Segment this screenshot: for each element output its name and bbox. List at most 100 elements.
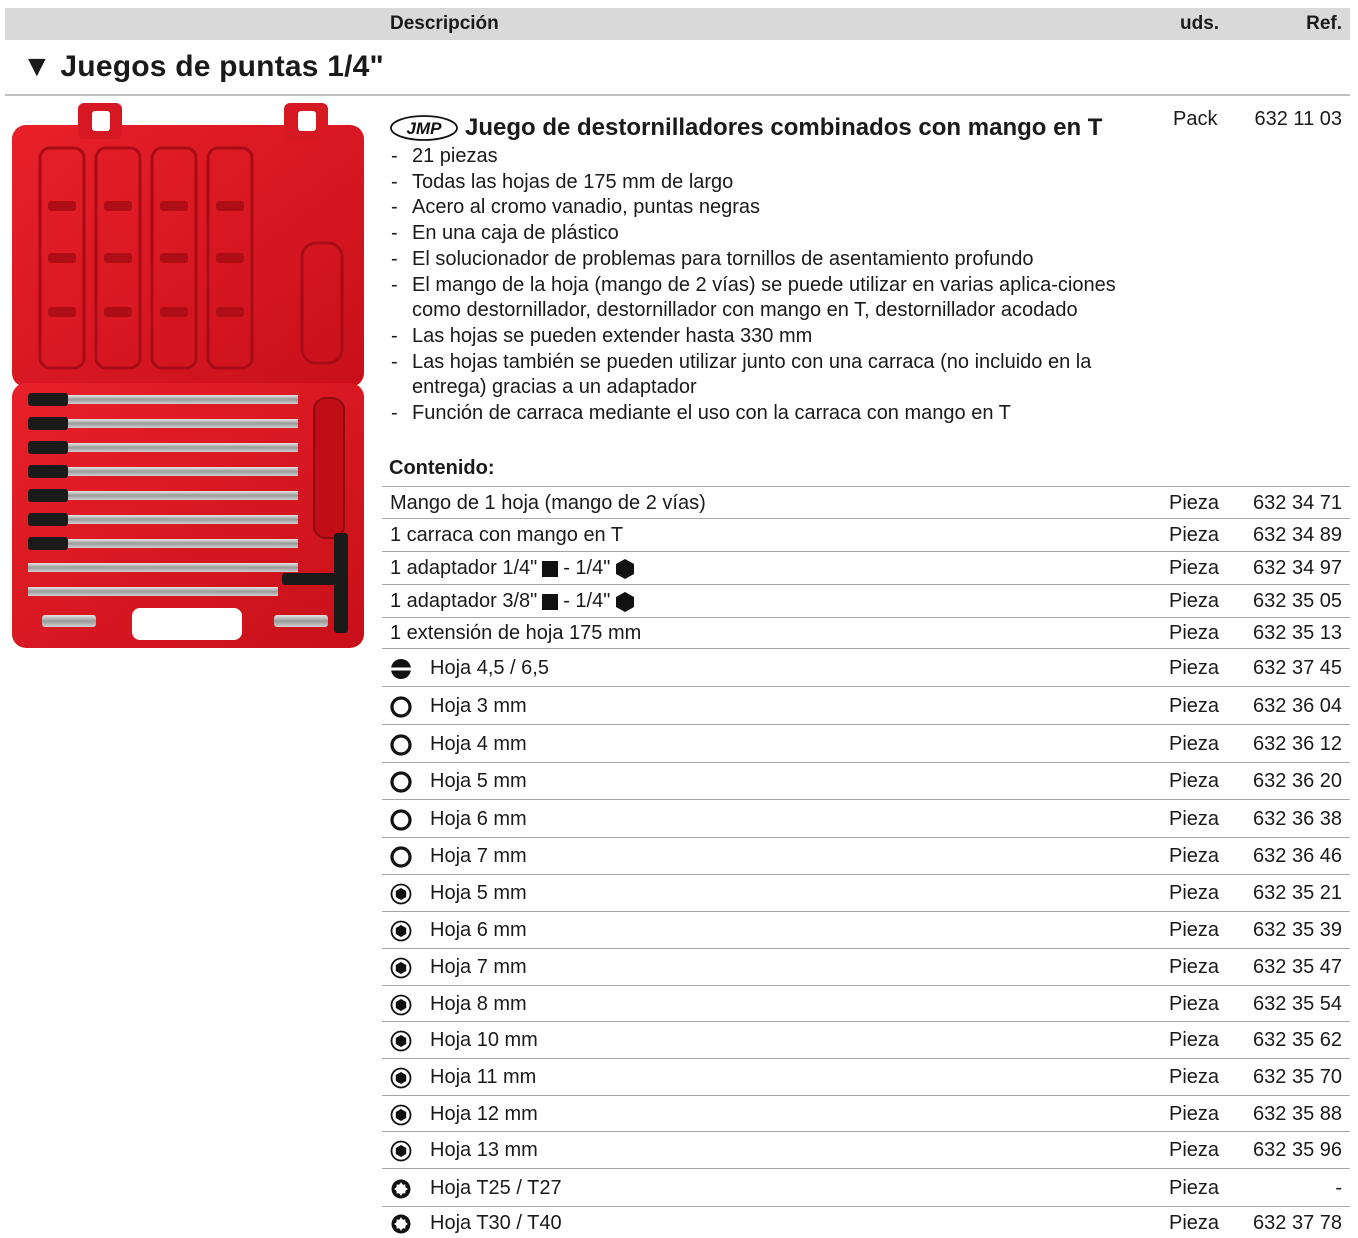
table-row: Hoja 12 mm Pieza 632 35 88: [382, 1095, 1350, 1131]
row-units: Pieza: [1169, 657, 1220, 679]
socket-icon: [390, 994, 412, 1016]
feature-item: Acero al cromo vanadio, puntas negras: [389, 195, 1134, 221]
row-units: Pieza: [1169, 956, 1220, 978]
hex-socket-icon: [390, 695, 412, 718]
row-reference: 632 36 04: [1253, 695, 1342, 717]
row-units: Pieza: [1169, 524, 1220, 546]
table-row: Hoja 11 mm Pieza 632 35 70: [382, 1058, 1350, 1095]
row-text: Hoja T25 / T27: [430, 1177, 562, 1199]
row-description: Hoja 5 mm: [390, 770, 527, 793]
row-description: 1 adaptador 3/8" - 1/4": [390, 590, 635, 613]
row-reference: 632 36 12: [1253, 733, 1342, 755]
table-row: Hoja 10 mm Pieza 632 35 62: [382, 1021, 1350, 1058]
product-units: Pack: [1173, 108, 1218, 130]
row-reference: 632 35 62: [1253, 1029, 1342, 1051]
table-row: Hoja 5 mm Pieza 632 36 20: [382, 762, 1350, 799]
row-reference: 632 35 13: [1253, 622, 1342, 644]
table-row: Hoja 7 mm Pieza 632 36 46: [382, 837, 1350, 874]
jmp-logo-text: JMP: [407, 119, 443, 138]
header-reference: Ref.: [1306, 13, 1342, 34]
row-units: Pieza: [1169, 590, 1220, 612]
feature-item: Las hojas se pueden extender hasta 330 m…: [389, 324, 1134, 350]
row-reference: 632 35 47: [1253, 956, 1342, 978]
slotted-icon: [390, 658, 412, 680]
row-text: Hoja 7 mm: [430, 956, 527, 978]
socket-icon: [390, 957, 412, 979]
row-reference: 632 37 78: [1253, 1212, 1342, 1234]
row-units: Pieza: [1169, 557, 1220, 579]
row-text: Hoja 6 mm: [430, 919, 527, 941]
table-row: Hoja 6 mm Pieza 632 35 39: [382, 911, 1350, 948]
row-text: Hoja 6 mm: [430, 808, 527, 830]
row-units: Pieza: [1169, 808, 1220, 830]
jmp-logo: JMP: [390, 115, 458, 141]
row-description: Hoja 7 mm: [390, 845, 527, 868]
row-reference: 632 35 54: [1253, 993, 1342, 1015]
row-text: Hoja T30 / T40: [430, 1212, 562, 1234]
hex-socket-icon: [390, 808, 412, 831]
row-units: Pieza: [1169, 1103, 1220, 1125]
table-row: Hoja 7 mm Pieza 632 35 47: [382, 948, 1350, 985]
row-description: Hoja 6 mm: [390, 808, 527, 831]
table-row: 1 extensión de hoja 175 mm Pieza 632 35 13: [382, 617, 1350, 648]
feature-list: 21 piezas Todas las hojas de 175 mm de l…: [389, 144, 1134, 427]
socket-icon: [390, 1140, 412, 1162]
row-text: 1 extensión de hoja 175 mm: [390, 622, 642, 644]
row-units: Pieza: [1169, 1066, 1220, 1088]
row-description: 1 adaptador 1/4" - 1/4": [390, 557, 635, 580]
socket-icon: [390, 920, 412, 942]
row-description: Hoja 8 mm: [390, 993, 527, 1016]
row-units: Pieza: [1169, 733, 1220, 755]
row-text: Hoja 13 mm: [430, 1139, 538, 1161]
row-description: 1 carraca con mango en T: [390, 524, 623, 547]
hex-socket-icon: [390, 770, 412, 793]
square-drive-icon: [542, 593, 559, 610]
socket-icon: [390, 883, 412, 905]
row-units: Pieza: [1169, 1139, 1220, 1161]
row-reference: 632 35 39: [1253, 919, 1342, 941]
product-title: JMP Juego de destornilladores combinados…: [389, 114, 1102, 142]
row-reference: -: [1335, 1177, 1342, 1199]
header-units: uds.: [1180, 13, 1220, 34]
row-description: Hoja T25 / T27: [390, 1177, 562, 1200]
row-description: Hoja 10 mm: [390, 1029, 538, 1052]
row-description: Hoja 12 mm: [390, 1103, 538, 1126]
row-text: Hoja 5 mm: [430, 770, 527, 792]
row-text: 1 adaptador 3/8": [390, 590, 538, 612]
hex-socket-icon: [390, 845, 412, 868]
row-description: Hoja 13 mm: [390, 1139, 538, 1162]
torx-icon: [390, 1213, 412, 1235]
row-units: Pieza: [1169, 1177, 1220, 1199]
section-title: ▼ Juegos de puntas 1/4": [22, 50, 384, 83]
row-text: Hoja 8 mm: [430, 993, 527, 1015]
socket-icon: [390, 1067, 412, 1089]
row-reference: 632 37 45: [1253, 657, 1342, 679]
table-row: 1 carraca con mango en T Pieza 632 34 89: [382, 518, 1350, 551]
table-row: Hoja 13 mm Pieza 632 35 96: [382, 1131, 1350, 1168]
feature-item: 21 piezas: [389, 144, 1134, 170]
row-text: Hoja 5 mm: [430, 882, 527, 904]
row-text: Hoja 7 mm: [430, 845, 527, 867]
feature-item: Las hojas también se pueden utilizar jun…: [389, 350, 1134, 401]
row-text: Hoja 10 mm: [430, 1029, 538, 1051]
row-text: Hoja 3 mm: [430, 695, 527, 717]
row-text: - 1/4": [563, 557, 611, 579]
row-text: - 1/4": [563, 590, 611, 612]
table-row: Hoja 6 mm Pieza 632 36 38: [382, 799, 1350, 837]
row-units: Pieza: [1169, 1029, 1220, 1051]
row-description: Hoja T30 / T40: [390, 1212, 562, 1235]
square-drive-icon: [542, 560, 559, 577]
hexagon-icon: [616, 591, 635, 612]
row-reference: 632 34 89: [1253, 524, 1342, 546]
row-text: Hoja 11 mm: [430, 1066, 537, 1088]
table-row: 1 adaptador 3/8" - 1/4" Pieza 632 35 05: [382, 584, 1350, 617]
table-row: Hoja 4 mm Pieza 632 36 12: [382, 724, 1350, 762]
table-row: Hoja 5 mm Pieza 632 35 21: [382, 874, 1350, 911]
table-row: Hoja T25 / T27 Pieza -: [382, 1168, 1350, 1206]
torx-icon: [390, 1178, 412, 1200]
row-description: Hoja 5 mm: [390, 882, 527, 905]
row-reference: 632 36 38: [1253, 808, 1342, 830]
table-row: Hoja T30 / T40 Pieza 632 37 78: [382, 1206, 1350, 1238]
table-row: Hoja 3 mm Pieza 632 36 04: [382, 686, 1350, 724]
feature-item: Todas las hojas de 175 mm de largo: [389, 170, 1134, 196]
